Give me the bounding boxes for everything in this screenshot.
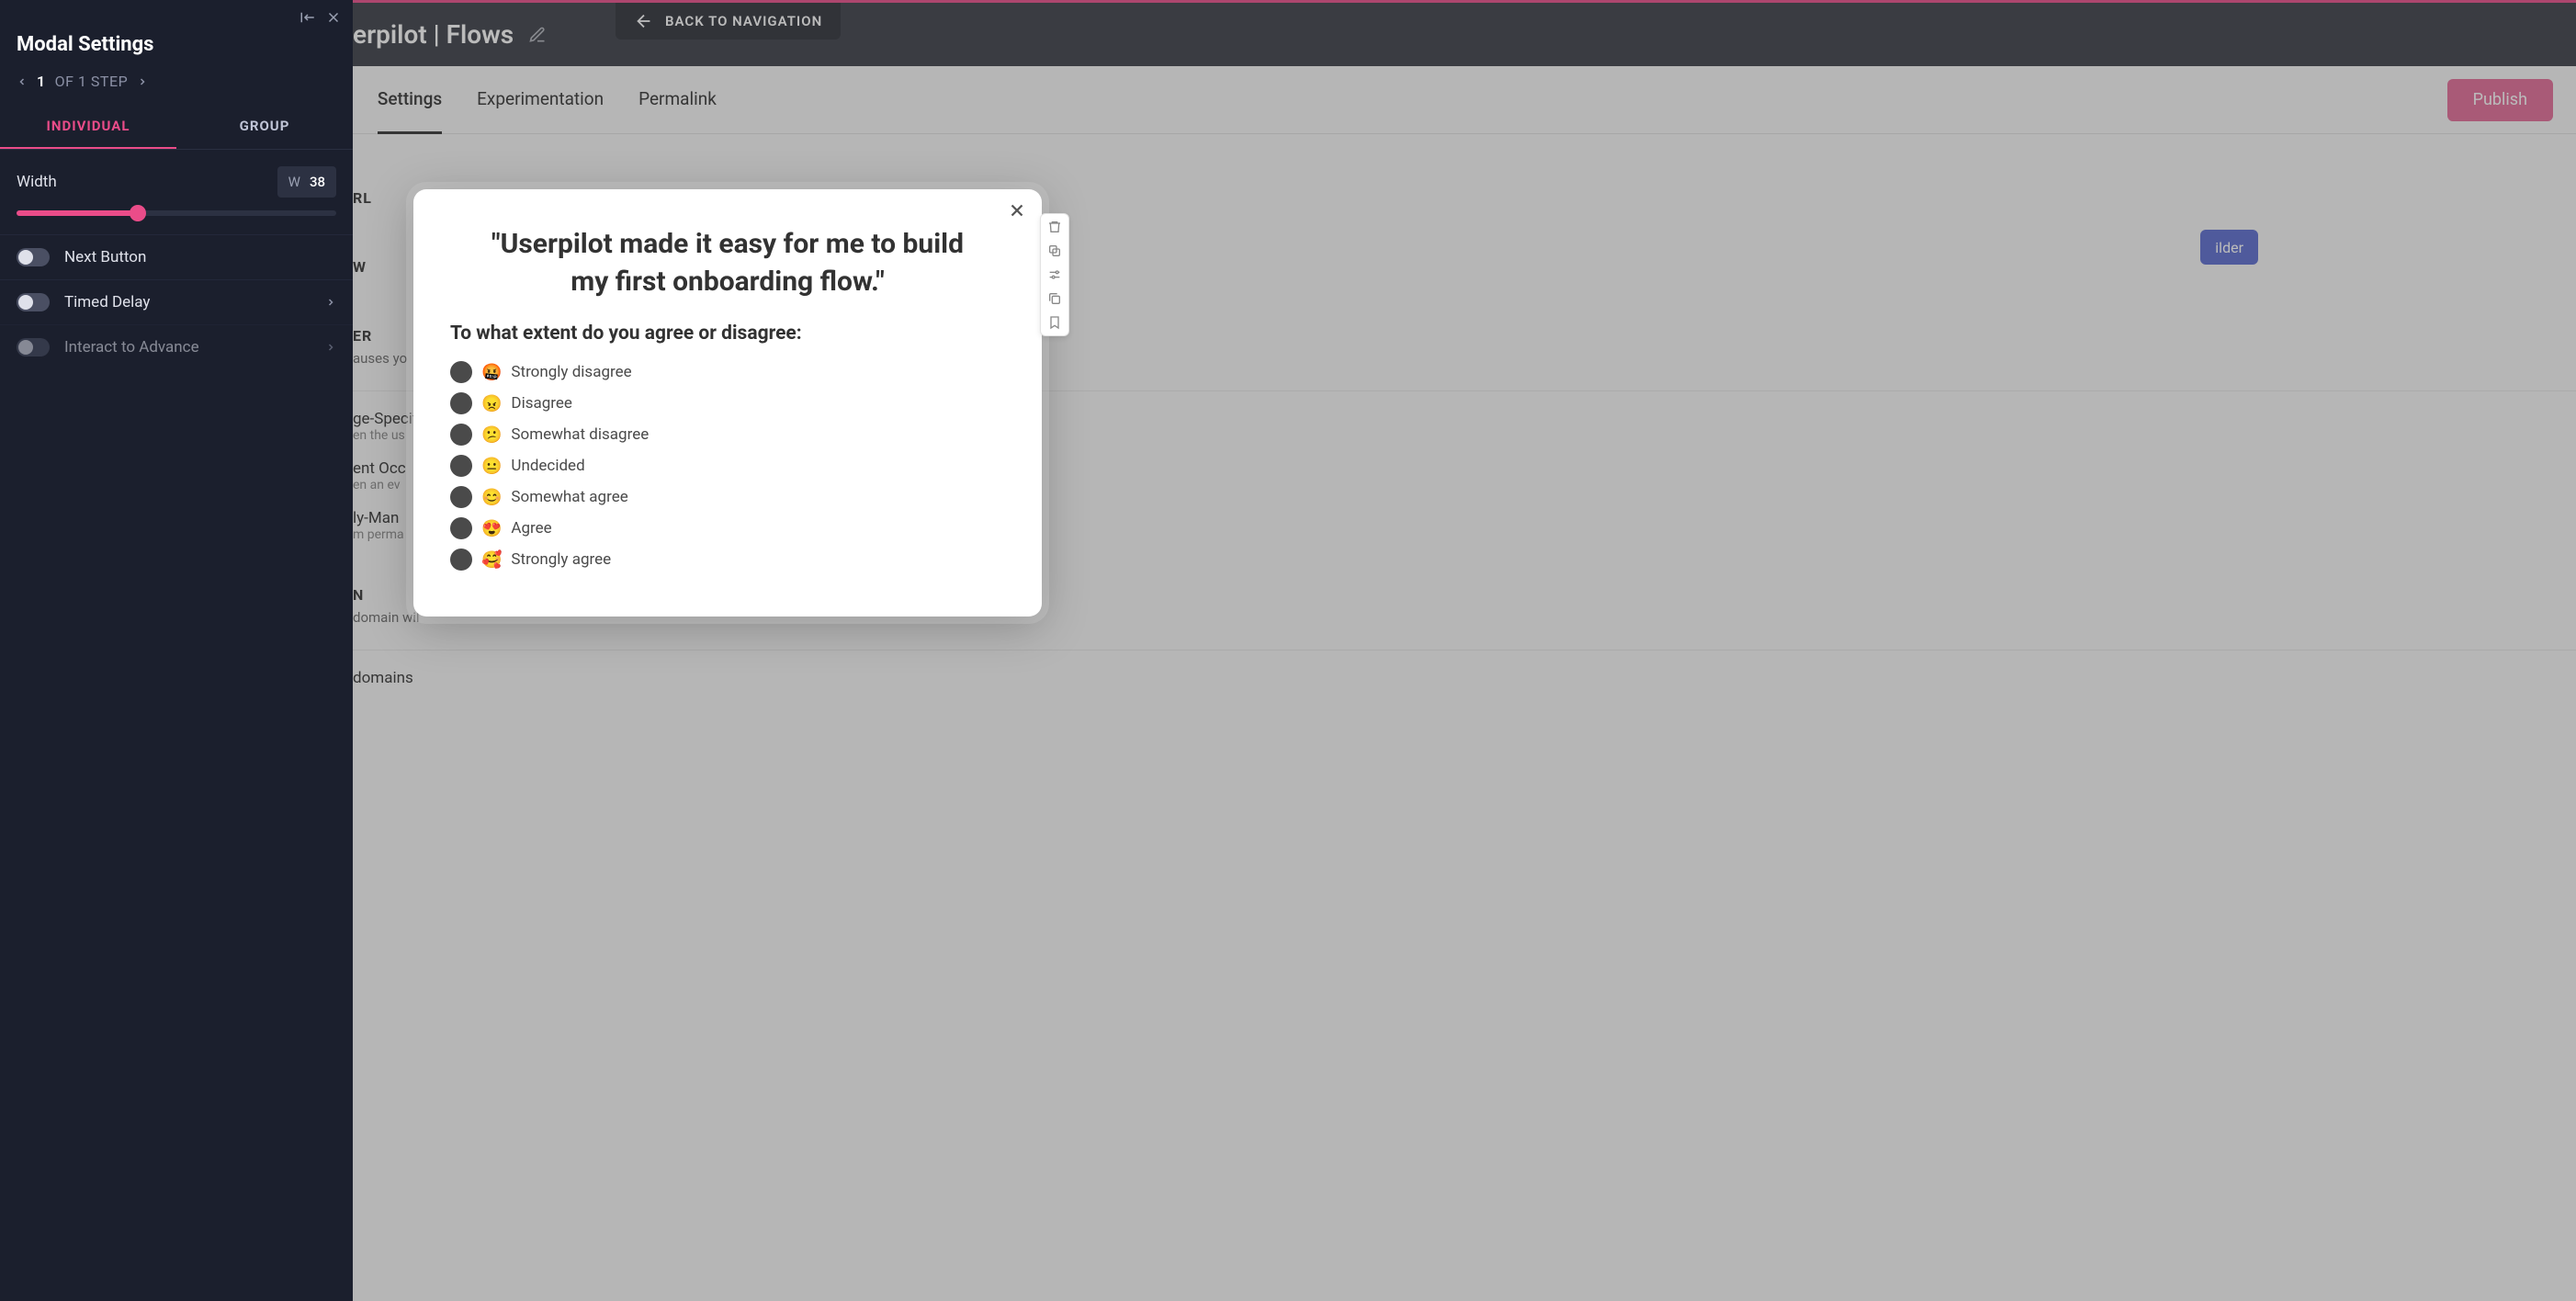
- option-label: Somewhat disagree: [511, 425, 649, 444]
- width-input[interactable]: W 38: [277, 166, 336, 198]
- survey-modal: "Userpilot made it easy for me to build …: [413, 189, 1042, 617]
- next-button-label: Next Button: [64, 248, 336, 266]
- timed-delay-label: Timed Delay: [64, 293, 311, 311]
- option-label: Somewhat agree: [511, 488, 627, 506]
- step-rest: OF 1 STEP: [55, 73, 129, 90]
- option-emoji: 😐: [481, 457, 502, 476]
- width-slider[interactable]: [17, 210, 336, 216]
- subtab-individual[interactable]: INDIVIDUAL: [0, 105, 176, 149]
- step-current: 1: [37, 73, 46, 90]
- panel-subtabs: INDIVIDUAL GROUP: [0, 105, 353, 150]
- interact-advance-toggle[interactable]: [17, 338, 50, 356]
- radio-icon[interactable]: [450, 549, 472, 571]
- timed-delay-toggle[interactable]: [17, 293, 50, 311]
- survey-option[interactable]: 😕 Somewhat disagree: [450, 424, 1005, 446]
- option-label: Strongly agree: [511, 550, 611, 569]
- option-emoji: 😍: [481, 519, 502, 538]
- copy-icon[interactable]: [1047, 243, 1062, 258]
- option-label: Strongly disagree: [511, 363, 631, 381]
- survey-option[interactable]: 😠 Disagree: [450, 392, 1005, 414]
- timed-delay-row[interactable]: Timed Delay: [0, 279, 353, 324]
- sliders-icon[interactable]: [1047, 267, 1062, 282]
- interact-advance-label: Interact to Advance: [64, 338, 311, 356]
- width-unit: W: [288, 174, 300, 190]
- duplicate-icon[interactable]: [1047, 291, 1062, 306]
- modal-question: To what extent do you agree or disagree:: [450, 322, 1005, 345]
- radio-icon[interactable]: [450, 392, 472, 414]
- slider-thumb[interactable]: [130, 205, 146, 221]
- panel-title: Modal Settings: [0, 26, 353, 73]
- step-prev-icon[interactable]: [17, 76, 28, 87]
- option-emoji: 😠: [481, 394, 502, 413]
- radio-icon[interactable]: [450, 486, 472, 508]
- option-emoji: 🤬: [481, 363, 502, 382]
- survey-option[interactable]: 😐 Undecided: [450, 455, 1005, 477]
- radio-icon[interactable]: [450, 361, 472, 383]
- width-value: 38: [310, 174, 325, 190]
- option-label: Disagree: [511, 394, 572, 413]
- radio-icon[interactable]: [450, 424, 472, 446]
- survey-option[interactable]: 🥰 Strongly agree: [450, 549, 1005, 571]
- dim-overlay: [0, 0, 2576, 1301]
- chevron-right-icon: [325, 342, 336, 353]
- collapse-icon[interactable]: [299, 9, 316, 26]
- modal-close-icon[interactable]: [1007, 200, 1027, 221]
- option-emoji: 🥰: [481, 550, 502, 570]
- option-emoji: 😊: [481, 488, 502, 507]
- interact-advance-row[interactable]: Interact to Advance: [0, 324, 353, 369]
- survey-option[interactable]: 😊 Somewhat agree: [450, 486, 1005, 508]
- chevron-right-icon: [325, 297, 336, 308]
- width-label: Width: [17, 173, 57, 191]
- radio-icon[interactable]: [450, 517, 472, 539]
- bookmark-icon[interactable]: [1047, 315, 1062, 330]
- modal-action-toolbar: [1040, 213, 1069, 336]
- subtab-group[interactable]: GROUP: [176, 105, 353, 149]
- close-panel-icon[interactable]: [325, 9, 342, 26]
- option-label: Undecided: [511, 457, 584, 475]
- radio-icon[interactable]: [450, 455, 472, 477]
- survey-option[interactable]: 😍 Agree: [450, 517, 1005, 539]
- next-button-row: Next Button: [0, 234, 353, 279]
- step-next-icon[interactable]: [137, 76, 148, 87]
- survey-option[interactable]: 🤬 Strongly disagree: [450, 361, 1005, 383]
- step-indicator: 1 OF 1 STEP: [0, 73, 353, 105]
- trash-icon[interactable]: [1047, 220, 1062, 234]
- option-emoji: 😕: [481, 425, 502, 445]
- next-button-toggle[interactable]: [17, 248, 50, 266]
- modal-quote: "Userpilot made it easy for me to build …: [478, 226, 977, 300]
- modal-settings-panel: Modal Settings 1 OF 1 STEP INDIVIDUAL GR…: [0, 0, 353, 1301]
- width-row: Width W 38: [0, 150, 353, 205]
- option-label: Agree: [511, 519, 551, 537]
